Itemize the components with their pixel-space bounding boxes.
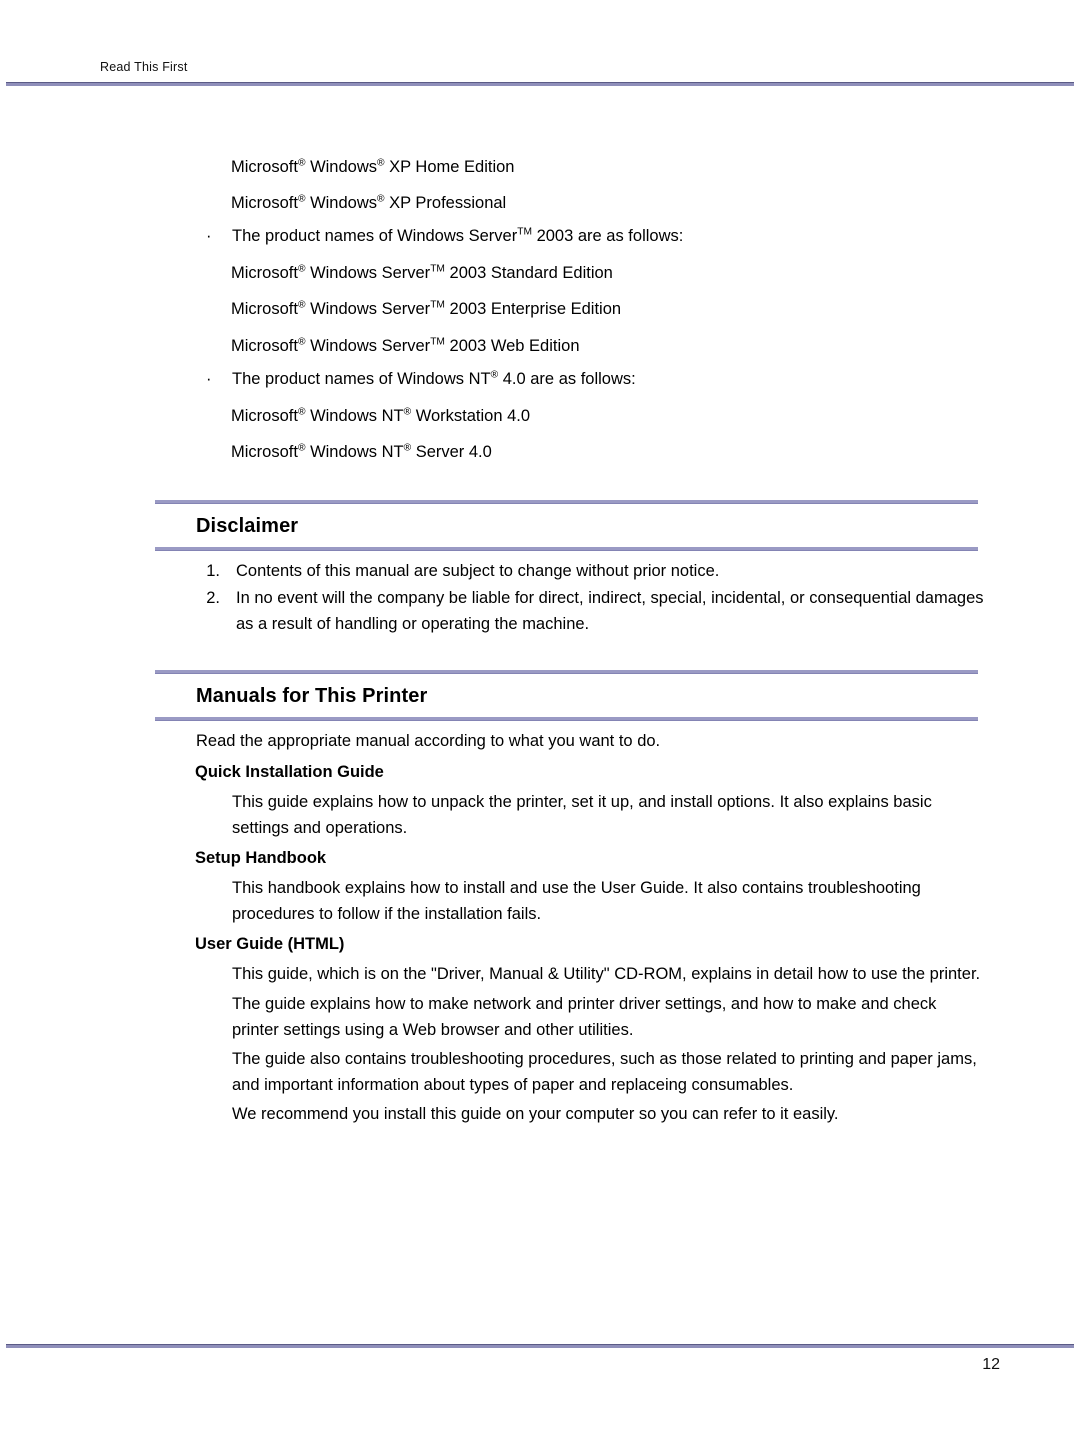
registered-mark-icon: ® [403,442,412,454]
bullet-item-nt-40: · The product names of Windows NT® 4.0 a… [206,367,996,391]
registered-mark-icon: ® [297,193,306,205]
product-edition: Workstation 4.0 [415,407,531,425]
product-line-nt-server: Microsoft® Windows NT® Server 4.0 [231,440,991,464]
trademark-mark-icon: TM [430,263,445,275]
subsection-title-setup-handbook: Setup Handbook [195,849,327,867]
product-family: Windows Server [310,337,431,355]
trademark-mark-icon: TM [430,336,445,348]
numbered-list-item: 1. Contents of this manual are subject t… [196,558,996,584]
subsection-title-quick-installation-guide: Quick Installation Guide [195,763,384,781]
registered-mark-icon: ® [297,299,306,311]
numbered-list-item: 2. In no event will the company be liabl… [196,585,996,637]
registered-mark-icon: ® [403,406,412,418]
product-edition: 2003 Web Edition [449,337,580,355]
bullet-tail: 2003 are as follows: [536,227,684,245]
registered-mark-icon: ® [377,157,385,169]
list-item-text: In no event will the company be liable f… [236,589,984,633]
subsection-paragraph: This guide, which is on the "Driver, Man… [232,965,981,983]
running-header-title: Read This First [100,60,188,74]
product-edition: XP Home Edition [389,158,515,176]
product-family: Windows Server [310,300,431,318]
product-line-xp-home: Microsoft® Windows® XP Home Edition [231,155,991,179]
registered-mark-icon: ® [297,406,306,418]
header-divider [6,82,1074,86]
product-line-xp-professional: Microsoft® Windows® XP Professional [231,191,991,215]
subsection-paragraph: This handbook explains how to install an… [232,879,921,923]
bullet-item-server-2003: · The product names of Windows ServerTM … [206,224,996,248]
trademark-mark-icon: TM [430,299,445,311]
subsection-paragraph: We recommend you install this guide on y… [232,1105,839,1123]
section-title: Disclaimer [196,515,299,537]
registered-mark-icon: ® [297,336,306,348]
bullet-tail: 4.0 are as follows: [502,370,636,388]
page-number: 12 [982,1356,1000,1373]
product-vendor: Microsoft [231,264,298,282]
product-edition: Server 4.0 [415,443,492,461]
product-line-server-standard: Microsoft® Windows ServerTM 2003 Standar… [231,261,991,285]
product-vendor: Microsoft [231,158,298,176]
document-page: Read This First Microsoft® Windows® XP H… [0,0,1080,1437]
subsection-title-user-guide-html: User Guide (HTML) [195,935,345,953]
product-edition: 2003 Standard Edition [449,264,613,282]
bullet-text: The product names of Windows NT® 4.0 are… [232,367,996,391]
registered-mark-icon: ® [490,369,499,381]
list-item-number: 1. [206,562,220,580]
trademark-mark-icon: TM [517,226,532,238]
section-title: Manuals for This Printer [196,685,428,707]
product-vendor: Microsoft [231,194,298,212]
registered-mark-icon: ® [297,157,306,169]
manuals-intro-text: Read the appropriate manual according to… [196,732,661,750]
registered-mark-icon: ® [297,263,306,275]
list-item-text: Contents of this manual are subject to c… [236,562,720,580]
product-family: Windows Server [310,264,431,282]
bullet-point-icon: · [206,370,212,388]
bullet-point-icon: · [206,227,212,245]
page-header: Read This First [0,0,1080,86]
subsection-paragraph: This guide explains how to unpack the pr… [232,793,932,837]
list-item-number: 2. [206,589,220,607]
product-line-nt-workstation: Microsoft® Windows NT® Workstation 4.0 [231,404,991,428]
heading-rule-bottom [155,547,978,551]
heading-rule-bottom [155,717,978,721]
product-family: Windows [310,158,377,176]
product-edition: 2003 Enterprise Edition [449,300,622,318]
subsection-paragraph: The guide explains how to make network a… [232,995,937,1039]
product-family: Windows [310,194,377,212]
product-vendor: Microsoft [231,300,298,318]
product-line-server-web: Microsoft® Windows ServerTM 2003 Web Edi… [231,334,991,358]
subsection-paragraph: The guide also contains troubleshooting … [232,1050,977,1094]
product-line-server-enterprise: Microsoft® Windows ServerTM 2003 Enterpr… [231,297,991,321]
product-edition: XP Professional [389,194,507,212]
product-vendor: Microsoft [231,407,298,425]
registered-mark-icon: ® [377,193,385,205]
product-vendor: Microsoft [231,443,298,461]
registered-mark-icon: ® [297,442,306,454]
section-heading-manuals: Manuals for This Printer [155,670,978,721]
bullet-lead: The product names of Windows NT [232,370,491,388]
bullet-text: The product names of Windows ServerTM 20… [232,224,996,248]
product-family: Windows NT [310,443,404,461]
section-heading-disclaimer: Disclaimer [155,500,978,551]
bullet-lead: The product names of Windows Server [232,227,518,245]
footer-divider [6,1344,1074,1348]
product-family: Windows NT [310,407,404,425]
product-vendor: Microsoft [231,337,298,355]
